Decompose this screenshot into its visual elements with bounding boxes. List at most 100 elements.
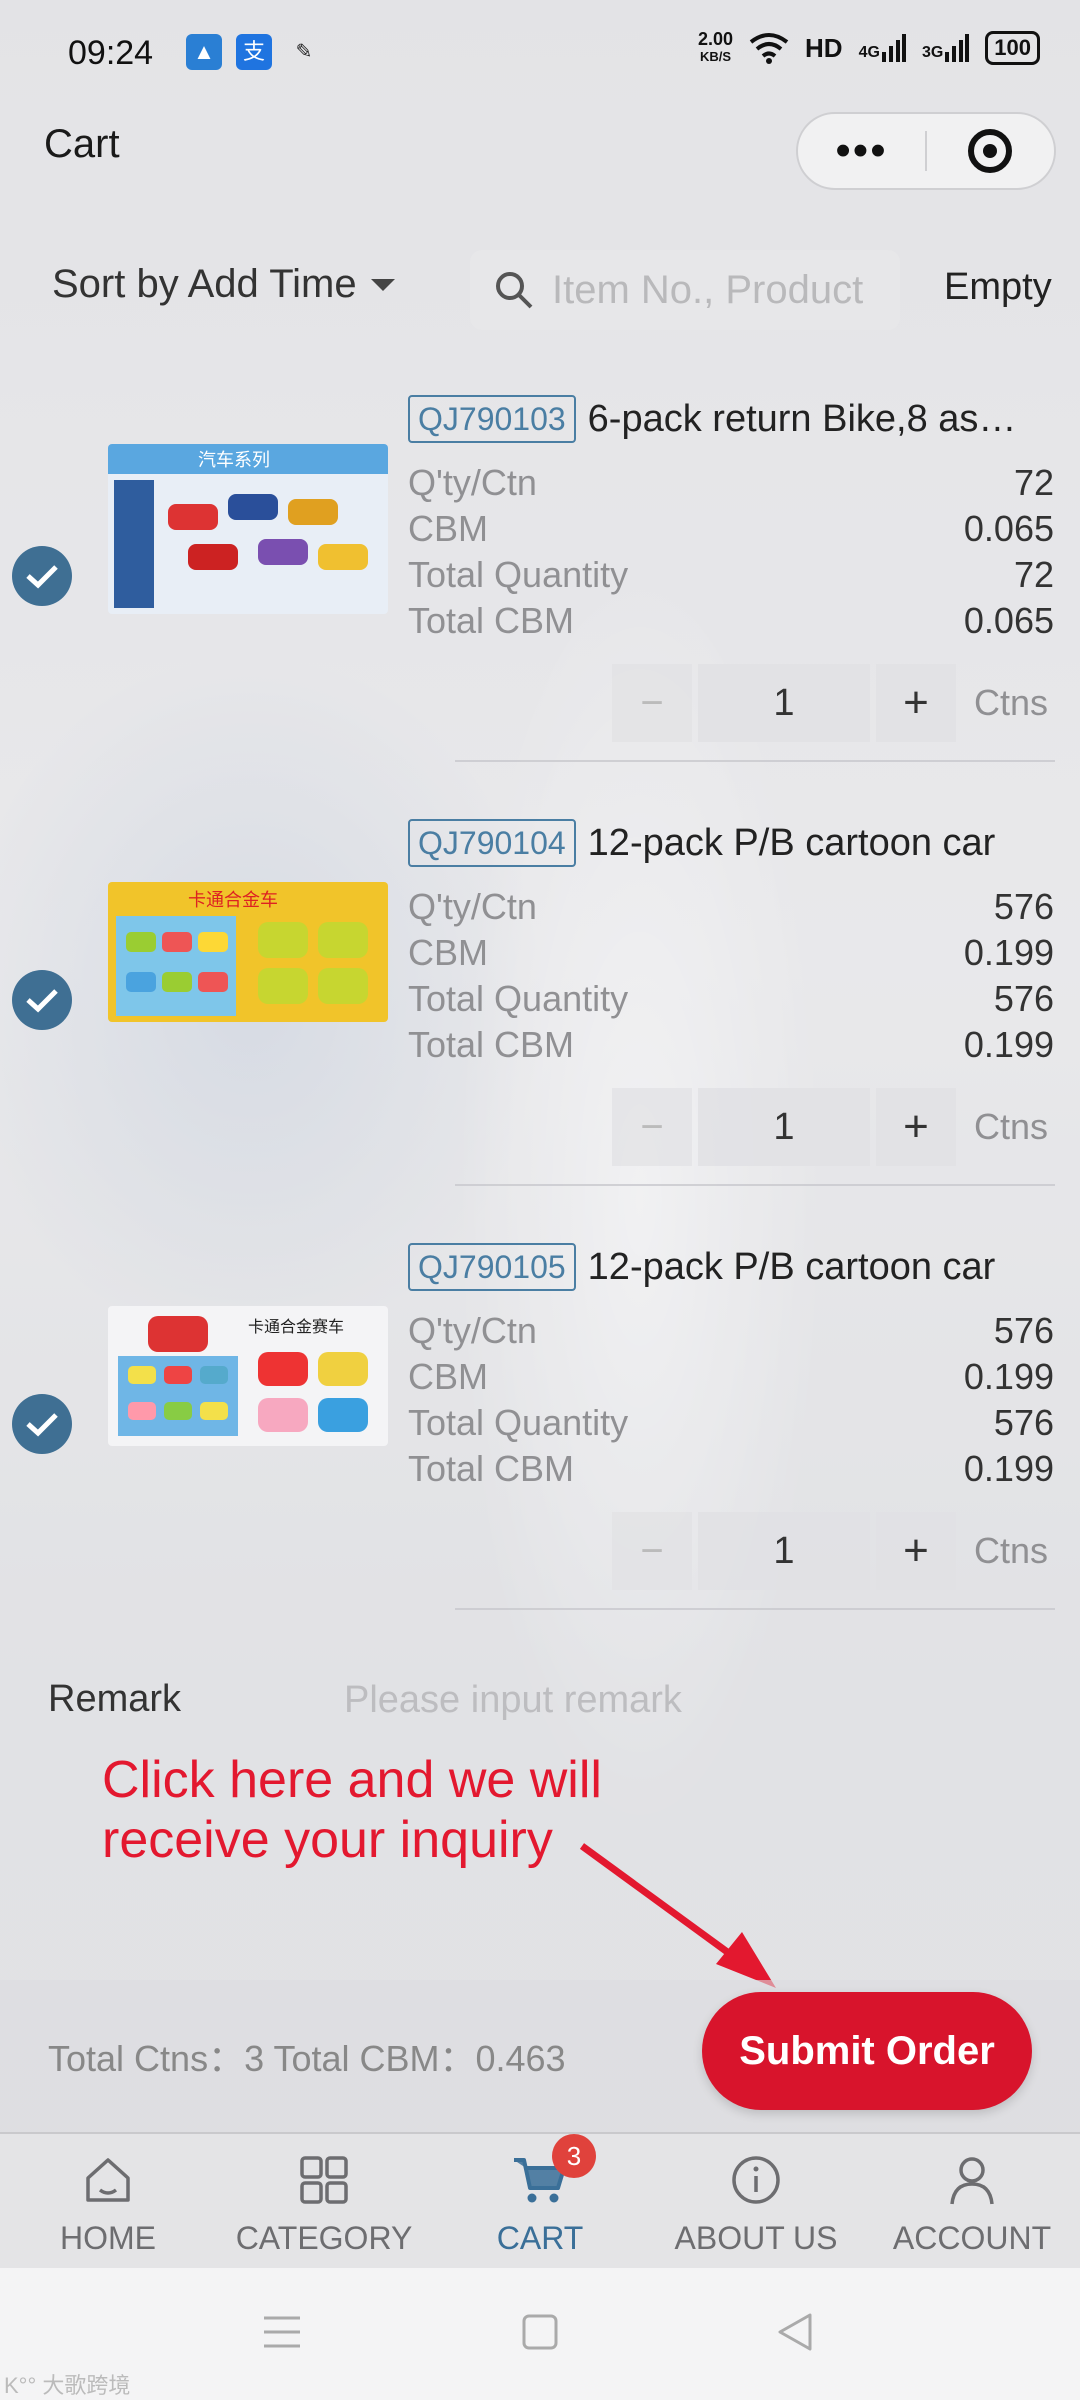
increase-button[interactable]: + (876, 664, 956, 742)
svg-text:卡通合金车: 卡通合金车 (188, 890, 278, 911)
search-input[interactable] (552, 267, 892, 313)
close-miniprogram-button[interactable] (927, 129, 1054, 173)
unit-label: Ctns (974, 682, 1049, 723)
status-time: 09:24 (68, 34, 154, 72)
sort-label: Sort by Add Time (52, 262, 357, 306)
quantity-input[interactable]: 1 (698, 1512, 870, 1590)
search-icon (496, 272, 533, 309)
decrease-button[interactable]: − (612, 1088, 692, 1166)
checkmark-icon (26, 1413, 58, 1437)
tab-cart[interactable]: 3 CART (432, 2134, 648, 2270)
quantity-input[interactable]: 1 (698, 664, 870, 742)
total-quantity-label: Total Quantity (408, 554, 629, 595)
order-totals: Total Ctns：3 Total CBM：0.463 (48, 2038, 566, 2079)
cart-item: 卡通合金赛车 QJ790105 12-pack P/B cartoon car … (0, 1228, 1080, 1648)
checkmark-icon (26, 565, 58, 589)
home-square-icon[interactable] (522, 2314, 558, 2350)
qty-per-ctn-label: Q'ty/Ctn (408, 886, 537, 927)
decrease-button[interactable]: − (612, 1512, 692, 1590)
remark-input[interactable] (344, 1668, 1024, 1732)
person-icon (950, 2157, 994, 2205)
quantity-stepper: − 1 + Ctns (612, 664, 1054, 742)
cbm-value: 0.199 (963, 1356, 1054, 1397)
tab-label: CART (496, 2220, 584, 2256)
decrease-button[interactable]: − (612, 664, 692, 742)
toy-car-pack-image: 汽车系列 (108, 444, 388, 614)
status-bar: 09:24 ▲ 支 ✎ 2.00 KB/S HD 4G 3G 100 (0, 0, 1080, 110)
qty-per-ctn-label: Q'ty/Ctn (408, 1310, 537, 1351)
cbm-value: 0.065 (963, 508, 1054, 549)
item-name[interactable]: 12-pack P/B cartoon car (588, 822, 1034, 865)
tab-about-us[interactable]: ABOUT US (648, 2134, 864, 2270)
qty-per-ctn-label: Q'ty/Ctn (408, 462, 537, 503)
checkmark-icon (26, 989, 58, 1013)
grid-icon (300, 2156, 348, 2204)
menu-icon[interactable] (262, 2314, 302, 2350)
item-divider (455, 760, 1055, 762)
app-notification-icon: ▲ (186, 34, 222, 70)
target-icon (968, 129, 1013, 173)
item-checkbox[interactable] (12, 1394, 72, 1454)
cbm-label: CBM (408, 1356, 488, 1397)
item-info: QJ790104 12-pack P/B cartoon car Q'ty/Ct… (408, 816, 1054, 1068)
item-code: QJ790105 (408, 1243, 576, 1291)
increase-button[interactable]: + (876, 1088, 956, 1166)
signal-bars-icon (881, 34, 906, 62)
cbm-value: 0.199 (963, 932, 1054, 973)
more-menu-button[interactable]: ••• (798, 129, 925, 173)
back-triangle-icon[interactable] (776, 2312, 814, 2352)
tab-account[interactable]: ACCOUNT (864, 2134, 1080, 2270)
total-quantity-value: 72 (1013, 554, 1054, 595)
unit-label: Ctns (974, 1106, 1049, 1147)
toy-car-box-image: 卡通合金赛车 (108, 1306, 388, 1446)
total-quantity-value: 576 (993, 1402, 1054, 1443)
empty-cart-button[interactable]: Empty (944, 266, 1052, 309)
quantity-stepper: − 1 + Ctns (612, 1088, 1054, 1166)
quantity-input[interactable]: 1 (698, 1088, 870, 1166)
total-cbm-label: Total CBM (408, 1448, 575, 1489)
tab-home[interactable]: HOME (0, 2134, 216, 2270)
tab-label: HOME (60, 2220, 156, 2256)
tab-category[interactable]: CATEGORY (216, 2134, 432, 2270)
product-image[interactable]: 卡通合金车 (108, 882, 388, 1022)
total-cbm-value: 0.199 (963, 1024, 1054, 1065)
qty-per-ctn-value: 576 (993, 1310, 1054, 1351)
info-icon (732, 2156, 780, 2204)
total-quantity-label: Total Quantity (408, 978, 629, 1019)
cart-item: 汽车系列 QJ790103 6-pack return Bike,8 assor… (0, 380, 1080, 800)
product-image[interactable]: 汽车系列 (108, 444, 388, 614)
product-image[interactable]: 卡通合金赛车 (108, 1306, 388, 1446)
home-icon (86, 2158, 130, 2202)
item-divider (455, 1608, 1055, 1610)
tab-label: ACCOUNT (892, 2220, 1052, 2256)
svg-text:卡通合金赛车: 卡通合金赛车 (248, 1317, 344, 1336)
item-code: QJ790104 (408, 819, 576, 867)
hd-indicator: HD (805, 32, 843, 63)
cbm-label: CBM (408, 508, 488, 549)
item-checkbox[interactable] (12, 970, 72, 1030)
item-name[interactable]: 6-pack return Bike,8 assorted (588, 398, 1034, 441)
increase-button[interactable]: + (876, 1512, 956, 1590)
search-box[interactable] (470, 250, 900, 330)
submit-order-button[interactable]: Submit Order (702, 1992, 1032, 2110)
item-name[interactable]: 12-pack P/B cartoon car (588, 1246, 1034, 1289)
total-cbm-value: 0.065 (963, 600, 1054, 641)
total-cbm-value: 0.199 (963, 1448, 1054, 1489)
total-quantity-label: Total Quantity (408, 1402, 629, 1443)
item-checkbox[interactable] (12, 546, 72, 606)
battery-icon: 100 (985, 31, 1040, 65)
quantity-stepper: − 1 + Ctns (612, 1512, 1054, 1590)
total-cbm-label: Total CBM (408, 1024, 575, 1065)
alipay-notification-icon: 支 (236, 34, 272, 70)
watermark-logo: K°° 大歌跨境 (4, 2373, 131, 2398)
annotation-line-1: Click here and we will (102, 1751, 602, 1809)
item-divider (455, 1184, 1055, 1186)
cbm-label: CBM (408, 932, 488, 973)
sort-dropdown[interactable]: Sort by Add Time (52, 262, 395, 307)
caret-down-icon (370, 278, 395, 291)
total-cbm-label: Total CBM (408, 600, 575, 641)
item-code: QJ790103 (408, 395, 576, 443)
item-info: QJ790103 6-pack return Bike,8 assorted Q… (408, 392, 1054, 644)
toy-car-box-image: 卡通合金车 (108, 882, 388, 1022)
remark-label: Remark (48, 1678, 182, 1720)
